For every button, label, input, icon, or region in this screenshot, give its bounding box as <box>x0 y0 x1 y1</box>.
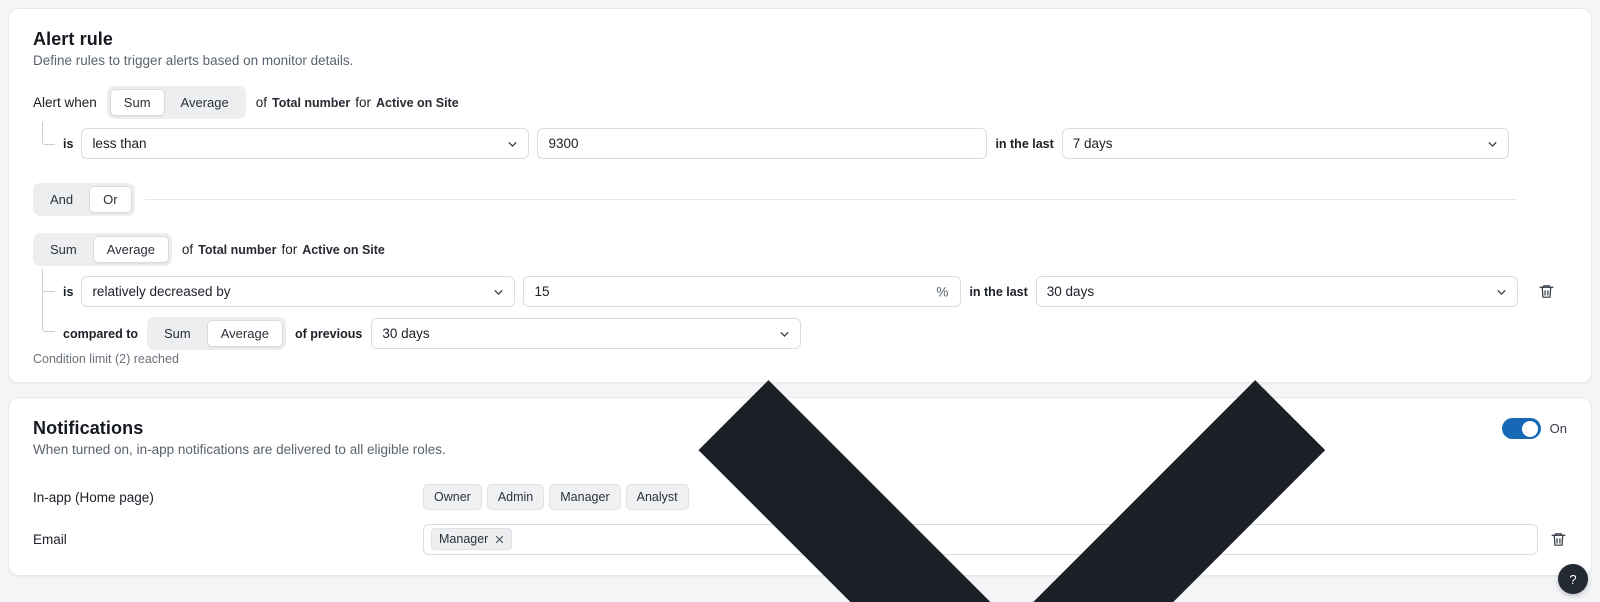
email-recipient-token[interactable]: Manager <box>431 528 512 550</box>
toggle-knob <box>1522 421 1538 437</box>
condition-2-metric-prefix: of <box>182 242 193 257</box>
email-recipients-select[interactable]: Manager <box>423 524 1538 555</box>
email-recipient-token-label: Manager <box>439 531 488 547</box>
email-label: Email <box>33 532 423 547</box>
condition-1-metric-for: for <box>355 95 371 110</box>
condition-2-is-label: is <box>63 285 73 299</box>
in-app-label: In-app (Home page) <box>33 490 423 505</box>
close-icon[interactable] <box>495 535 504 544</box>
condition-1-metric-target: Active on Site <box>376 96 459 110</box>
condition-2-operator-select[interactable]: relatively decreased by <box>81 276 515 307</box>
condition-1-operator-value: less than <box>92 136 146 151</box>
help-button[interactable]: ? <box>1558 564 1588 594</box>
notifications-title: Notifications <box>33 418 446 439</box>
notifications-subtitle: When turned on, in-app notifications are… <box>33 442 446 457</box>
compare-aggregation-toggle[interactable]: Sum Average <box>147 317 286 350</box>
chevron-down-icon <box>492 285 505 298</box>
notifications-toggle-label: On <box>1550 421 1567 436</box>
condition-2-aggregation-toggle[interactable]: Sum Average <box>33 233 172 266</box>
condition-2-delete-button[interactable] <box>1538 283 1555 300</box>
compare-aggregation-sum[interactable]: Sum <box>150 320 205 347</box>
trash-icon <box>1538 283 1555 300</box>
chevron-down-icon <box>517 44 1507 602</box>
notifications-toggle[interactable] <box>1502 418 1541 439</box>
condition-1-operator-select[interactable]: less than <box>81 128 529 159</box>
condition-1-aggregation-average[interactable]: Average <box>167 89 243 116</box>
alert-when-label: Alert when <box>33 95 97 110</box>
email-notification-row: Email Manager <box>33 521 1567 557</box>
condition-2-operator-value: relatively decreased by <box>92 284 230 299</box>
condition-1-aggregation-sum[interactable]: Sum <box>110 89 165 116</box>
condition-1-aggregation-toggle[interactable]: Sum Average <box>107 86 246 119</box>
compared-to-label: compared to <box>63 327 138 341</box>
compare-aggregation-average[interactable]: Average <box>207 320 283 347</box>
condition-1-is-label: is <box>63 137 73 151</box>
condition-2-metric-for: for <box>281 242 297 257</box>
trash-icon <box>1550 531 1567 548</box>
notifications-toggle-group[interactable]: On <box>1502 418 1567 439</box>
previous-window-value: 30 days <box>382 326 429 341</box>
condition-2-aggregation-average[interactable]: Average <box>93 236 169 263</box>
condition-2-metric-target: Active on Site <box>302 243 385 257</box>
condition-1-metric: Total number <box>272 96 350 110</box>
condition-1-metric-prefix: of <box>256 95 267 110</box>
role-chip-owner[interactable]: Owner <box>423 484 482 510</box>
condition-2-metric: Total number <box>198 243 276 257</box>
tree-elbow <box>42 122 55 145</box>
email-delete-button[interactable] <box>1550 531 1567 548</box>
page-root: Alert rule Define rules to trigger alert… <box>0 0 1600 602</box>
tree-elbow <box>42 311 55 332</box>
conjunction-and[interactable]: And <box>36 186 87 213</box>
help-button-label: ? <box>1569 572 1576 587</box>
conjunction-toggle[interactable]: And Or <box>33 183 135 216</box>
conjunction-or[interactable]: Or <box>89 186 131 213</box>
tree-tee <box>42 291 55 292</box>
of-previous-label: of previous <box>295 327 362 341</box>
notifications-card: Notifications When turned on, in-app not… <box>8 397 1592 576</box>
condition-2-aggregation-sum[interactable]: Sum <box>36 236 91 263</box>
